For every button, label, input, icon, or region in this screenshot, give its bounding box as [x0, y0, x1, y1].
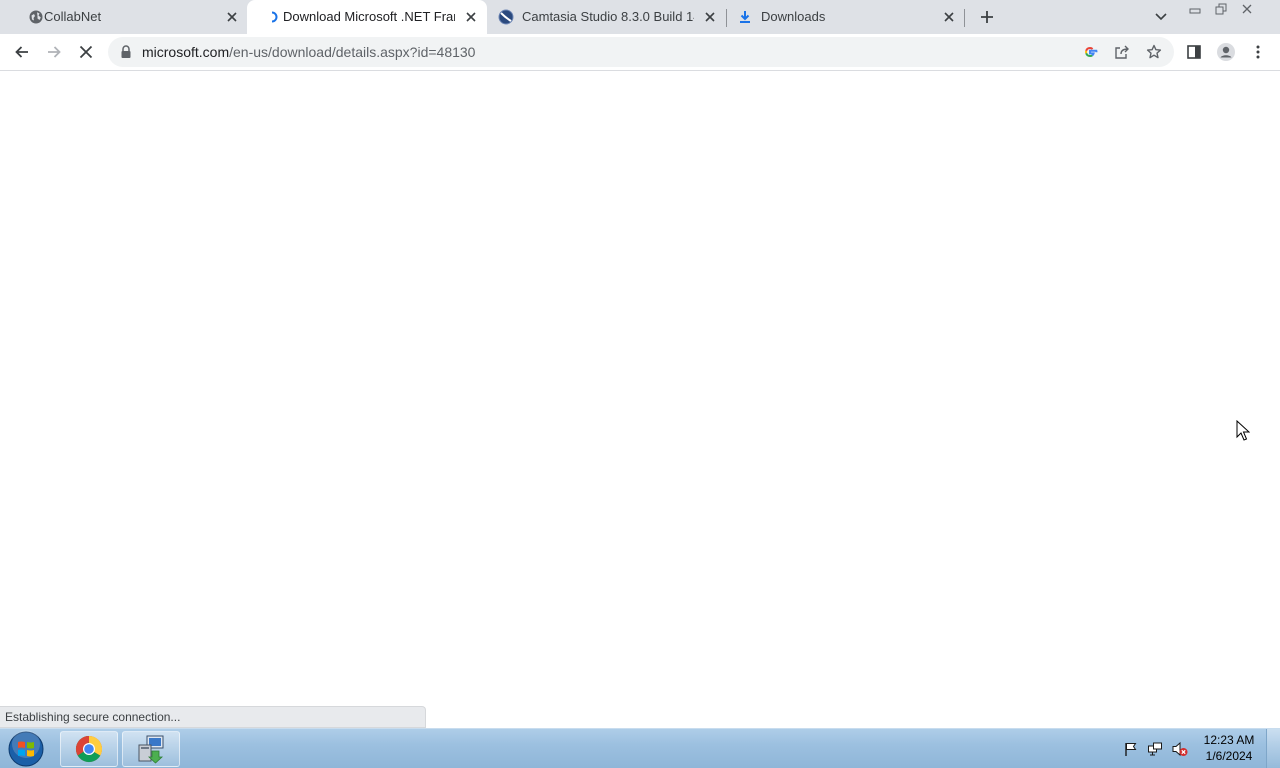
show-desktop-button[interactable]	[1266, 729, 1280, 768]
action-center-button[interactable]	[1122, 729, 1140, 768]
google-icon	[1085, 46, 1098, 58]
page-content	[0, 72, 1280, 728]
network-button[interactable]	[1146, 729, 1164, 768]
share-button[interactable]	[1112, 42, 1132, 62]
side-panel-button[interactable]	[1182, 40, 1206, 64]
tab-title: Download Microsoft .NET Framework	[283, 9, 455, 24]
star-icon	[1146, 44, 1162, 59]
clock-date: 1/6/2024	[1205, 749, 1253, 763]
browser-toolbar: microsoft.com/en-us/download/details.asp…	[0, 34, 1280, 71]
windows-taskbar: 12:23 AM 1/6/2024	[0, 728, 1280, 768]
loading-spinner-icon	[265, 9, 281, 25]
close-icon	[79, 45, 93, 59]
window-controls	[1182, 0, 1260, 20]
taskbar-chrome[interactable]	[60, 731, 118, 767]
installer-icon	[138, 735, 164, 764]
minimize-icon	[1189, 8, 1201, 14]
restore-icon	[1215, 3, 1227, 15]
close-icon[interactable]	[463, 9, 479, 25]
close-window-button[interactable]	[1234, 0, 1260, 18]
mouse-cursor-icon	[1236, 419, 1251, 442]
volume-button[interactable]	[1170, 729, 1190, 768]
download-icon	[737, 9, 753, 25]
clock-time: 12:23 AM	[1203, 733, 1255, 747]
restore-button[interactable]	[1208, 0, 1234, 18]
url-text[interactable]: microsoft.com/en-us/download/details.asp…	[142, 44, 475, 60]
avatar-icon	[1217, 43, 1235, 61]
status-bubble: Establishing secure connection...	[0, 706, 426, 728]
close-icon[interactable]	[224, 9, 240, 25]
tab-title: CollabNet	[44, 9, 102, 24]
tab-title: Camtasia Studio 8.3.0 Build 1471	[522, 9, 694, 24]
forward-button[interactable]	[42, 40, 66, 64]
url-host: microsoft.com	[142, 44, 230, 60]
tab-separator	[726, 9, 727, 27]
flag-icon	[1125, 743, 1137, 756]
back-arrow-icon	[15, 46, 28, 58]
tab-search-button[interactable]	[1150, 6, 1172, 28]
volume-muted-icon	[1172, 741, 1188, 757]
url-path: /en-us/download/details.aspx?id=48130	[229, 44, 476, 60]
tab-downloads[interactable]: Downloads	[728, 0, 966, 34]
side-panel-icon	[1187, 45, 1201, 59]
tab-camtasia[interactable]: Camtasia Studio 8.3.0 Build 1471	[488, 0, 728, 34]
bookmark-button[interactable]	[1144, 42, 1164, 62]
close-icon[interactable]	[702, 9, 718, 25]
back-button[interactable]	[10, 40, 34, 64]
chrome-icon	[75, 735, 103, 763]
taskbar-installer[interactable]	[122, 731, 180, 767]
minimize-button[interactable]	[1182, 0, 1208, 18]
network-icon	[1148, 742, 1162, 756]
address-bar[interactable]: microsoft.com/en-us/download/details.asp…	[108, 37, 1174, 67]
chevron-down-icon	[1155, 13, 1167, 21]
close-icon[interactable]	[941, 9, 957, 25]
camtasia-icon	[498, 9, 514, 25]
plus-icon	[981, 11, 993, 23]
tab-dotnet-download[interactable]: Download Microsoft .NET Framework	[247, 0, 487, 34]
menu-button[interactable]	[1246, 40, 1270, 64]
tab-collabnet[interactable]: CollabNet	[8, 0, 248, 34]
globe-icon	[28, 9, 44, 25]
tab-title: Downloads	[761, 9, 826, 24]
taskbar-clock[interactable]: 12:23 AM 1/6/2024	[1196, 732, 1262, 764]
more-vertical-icon	[1256, 45, 1260, 59]
start-button[interactable]	[6, 730, 46, 768]
stop-loading-button[interactable]	[74, 40, 98, 64]
windows-logo-icon	[8, 730, 44, 767]
google-lens-button[interactable]	[1080, 42, 1100, 62]
share-icon	[1115, 45, 1129, 59]
close-icon	[1242, 4, 1252, 14]
profile-button[interactable]	[1214, 40, 1238, 64]
tab-separator	[964, 9, 965, 27]
new-tab-button[interactable]	[976, 6, 998, 28]
lock-icon[interactable]	[120, 45, 134, 59]
forward-arrow-icon	[48, 46, 61, 58]
tab-strip: CollabNet Download Microsoft .NET Framew…	[0, 0, 1280, 34]
